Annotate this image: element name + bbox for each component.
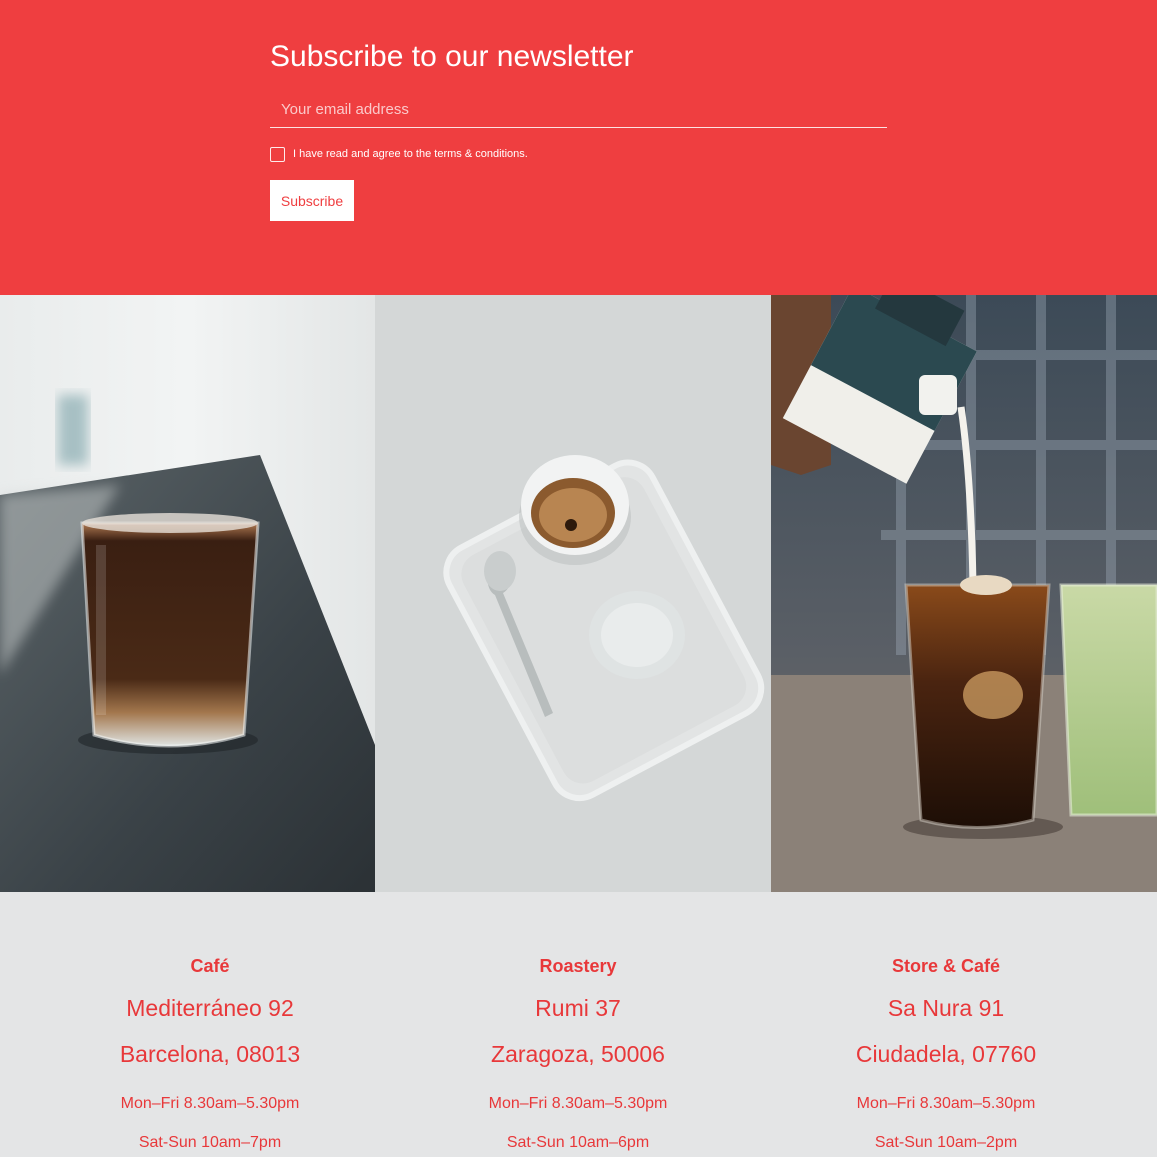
location-weekday-hours: Mon–Fri 8.30am–5.30pm [856, 1095, 1036, 1112]
subscribe-button[interactable]: Subscribe [270, 180, 354, 221]
location-city: Zaragoza, 50006 [491, 1041, 665, 1067]
terms-row[interactable]: I have read and agree to the terms & con… [270, 145, 528, 163]
location-city: Ciudadela, 07760 [855, 1041, 1037, 1067]
terms-label: I have read and agree to the terms & con… [293, 148, 528, 160]
location-street: Rumi 37 [535, 995, 621, 1021]
location-street: Mediterráneo 92 [126, 995, 294, 1021]
location-weekday-hours: Mon–Fri 8.30am–5.30pm [120, 1095, 300, 1112]
locations-section: Café Mediterráneo 92 Barcelona, 08013 Mo… [0, 892, 1157, 1157]
location-street: Sa Nura 91 [887, 995, 1005, 1021]
location-weekend-hours: Sat-Sun 10am–7pm [138, 1134, 282, 1151]
iced-espresso-glass-photo [0, 295, 375, 892]
location-name: Café [190, 956, 230, 976]
location-weekday-hours: Mon–Fri 8.30am–5.30pm [488, 1095, 668, 1112]
location-weekend-hours: Sat-Sun 10am–6pm [506, 1134, 650, 1151]
newsletter-section: Subscribe to our newsletter I have read … [0, 0, 1157, 295]
terms-checkbox[interactable] [270, 146, 285, 162]
espresso-cup-tray-photo [375, 295, 771, 892]
location-city: Barcelona, 08013 [119, 1041, 301, 1067]
location-name: Store & Café [891, 956, 1001, 976]
email-input[interactable] [270, 92, 887, 128]
photo-strip [0, 295, 1157, 892]
location-weekend-hours: Sat-Sun 10am–2pm [874, 1134, 1018, 1151]
newsletter-title: Subscribe to our newsletter [270, 40, 634, 73]
page: Subscribe to our newsletter I have read … [0, 0, 1157, 1157]
milk-pouring-iced-coffee-photo [771, 295, 1157, 892]
location-name: Roastery [539, 956, 617, 976]
